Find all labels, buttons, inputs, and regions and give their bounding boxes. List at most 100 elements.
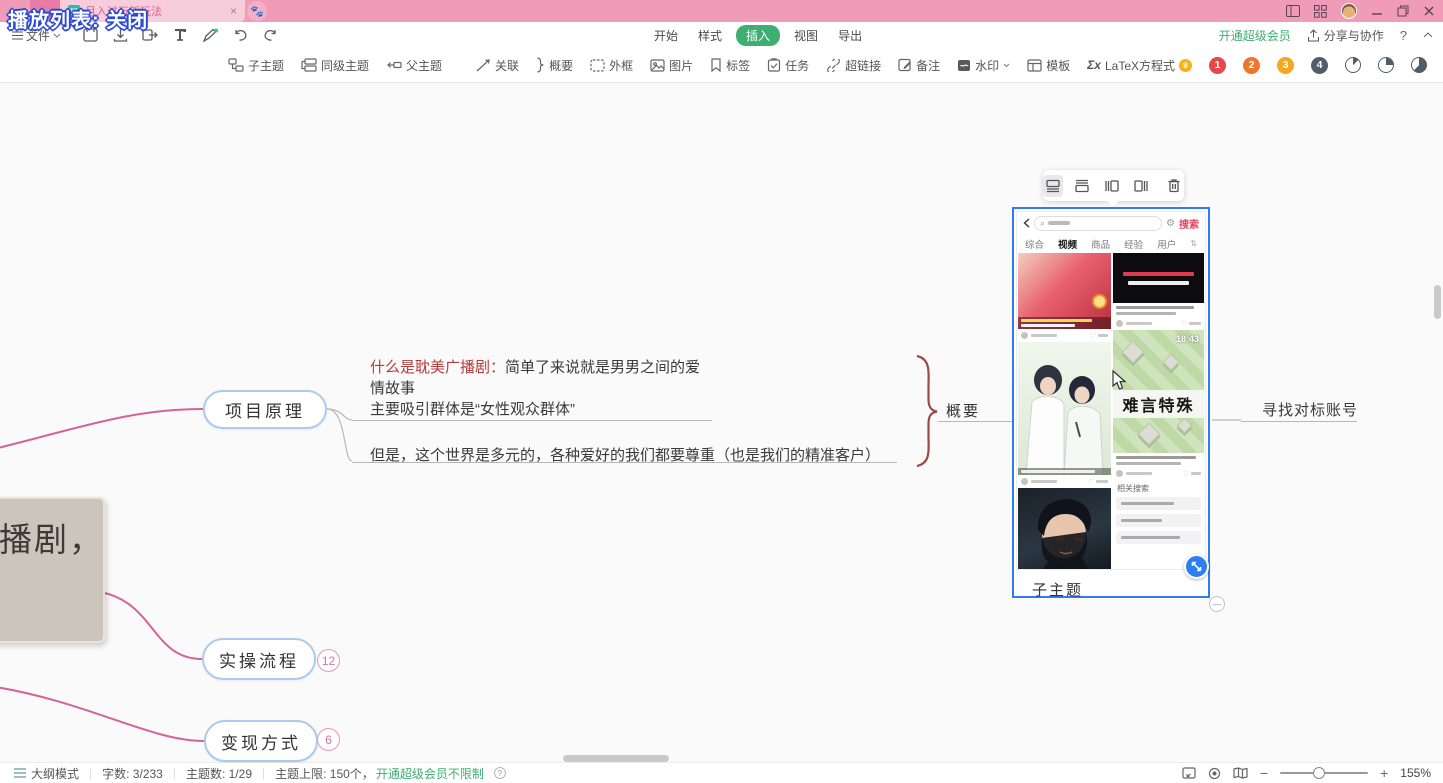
menu-style[interactable]: 样式 bbox=[692, 25, 728, 46]
fit-screen-icon[interactable] bbox=[1182, 767, 1196, 779]
ribbon-item-image[interactable]: 图片 bbox=[650, 57, 693, 74]
zoom-slider-thumb[interactable] bbox=[1313, 767, 1325, 779]
gear-icon: ⚙ bbox=[1166, 218, 1175, 229]
apps-grid-icon[interactable] bbox=[1314, 5, 1327, 18]
share-label: 分享与协作 bbox=[1324, 27, 1384, 44]
avatar[interactable] bbox=[1341, 3, 1357, 19]
ribbon-item-subtopic[interactable]: 子主题 bbox=[228, 57, 284, 74]
vip-unlimited-link[interactable]: 开通超级会员不限制 bbox=[376, 765, 484, 782]
redo-icon[interactable] bbox=[257, 25, 283, 45]
minimize-icon[interactable] bbox=[1371, 5, 1383, 17]
new-tab-paw-button[interactable]: 🐾 bbox=[247, 1, 267, 21]
priority-4-badge[interactable]: 4 bbox=[1311, 57, 1328, 74]
topic-count: 主题数: 1/29 bbox=[186, 765, 252, 782]
node-benchmark-accounts[interactable]: 寻找对标账号 bbox=[1262, 399, 1358, 420]
statusbar: 大纲模式 | 字数: 3/233 | 主题数: 1/29 | 主题上限: 150… bbox=[0, 762, 1443, 783]
ribbon-item-relation[interactable]: 关联 bbox=[476, 57, 519, 74]
central-topic-node[interactable]: 播剧， bbox=[0, 497, 105, 643]
ribbon-item-latex[interactable]: Σx LaTeX方程式 ♛ bbox=[1087, 57, 1192, 74]
template-icon bbox=[1027, 59, 1042, 72]
window-controls bbox=[1286, 0, 1435, 22]
phone-tab-goods: 商品 bbox=[1091, 237, 1110, 251]
collapsed-count-badge[interactable]: 6 bbox=[317, 728, 340, 751]
separator: | bbox=[89, 766, 92, 780]
undo-icon[interactable] bbox=[227, 25, 253, 45]
phone-tab-users: 用户 bbox=[1157, 237, 1176, 251]
format-painter-button[interactable] bbox=[167, 25, 193, 45]
zoom-slider[interactable] bbox=[1280, 772, 1368, 774]
ribbon-item-hyperlink[interactable]: 超链接 bbox=[826, 57, 881, 74]
main-menus: 开始 样式 插入 视图 导出 bbox=[648, 22, 868, 48]
image-icon bbox=[650, 59, 665, 72]
locate-center-icon[interactable] bbox=[1208, 767, 1221, 780]
help-button[interactable]: ? bbox=[1400, 28, 1407, 43]
image-scale-handle[interactable] bbox=[1184, 554, 1209, 579]
menu-insert[interactable]: 插入 bbox=[736, 25, 780, 46]
outer-frame-icon bbox=[590, 59, 605, 72]
progress-25-icon[interactable] bbox=[1378, 57, 1394, 73]
outline-icon bbox=[14, 768, 26, 778]
close-icon[interactable] bbox=[1423, 5, 1435, 17]
chevron-down-icon bbox=[1003, 63, 1010, 68]
ribbon-item-watermark[interactable]: 水印 bbox=[957, 57, 1010, 74]
priority-2-badge[interactable]: 2 bbox=[1243, 57, 1260, 74]
phone-search-header: ⌕ ⚙ 搜索 bbox=[1017, 212, 1205, 234]
node-project-principle[interactable]: 项目原理 bbox=[203, 390, 327, 429]
ribbon-item-outer-frame[interactable]: 外框 bbox=[590, 57, 633, 74]
image-position-bottom-button[interactable] bbox=[1072, 175, 1092, 197]
image-position-right-button[interactable] bbox=[1131, 175, 1151, 197]
priority-3-badge[interactable]: 3 bbox=[1277, 57, 1294, 74]
image-position-top-button[interactable] bbox=[1043, 175, 1063, 197]
parent-topic-icon bbox=[386, 58, 402, 72]
node-summary[interactable]: 概要 bbox=[946, 400, 980, 421]
feed-caption bbox=[1113, 454, 1204, 467]
delete-image-button[interactable] bbox=[1164, 175, 1184, 197]
ribbon-item-summary[interactable]: 概要 bbox=[536, 57, 573, 74]
separator: | bbox=[173, 766, 176, 780]
restore-icon[interactable] bbox=[1397, 5, 1409, 17]
node-subtopic-with-image[interactable]: ⌕ ⚙ 搜索 综合 视频 商品 经验 用户 ⇅ bbox=[1012, 207, 1210, 598]
horizontal-scrollbar[interactable] bbox=[563, 755, 669, 762]
pen-marker-button[interactable] bbox=[197, 25, 223, 45]
ribbon-item-task[interactable]: 任务 bbox=[767, 57, 809, 74]
ribbon-item-template[interactable]: 模板 bbox=[1027, 57, 1070, 74]
info-icon[interactable]: ? bbox=[494, 767, 506, 779]
phone-result-tabs: 综合 视频 商品 经验 用户 ⇅ bbox=[1017, 234, 1205, 253]
sidebar-toggle-icon[interactable] bbox=[1286, 5, 1300, 17]
ribbon-item-note[interactable]: 备注 bbox=[898, 57, 940, 74]
upgrade-vip-link[interactable]: 开通超级会员 bbox=[1219, 27, 1291, 44]
feed-card-image bbox=[1113, 253, 1204, 303]
tab-close-icon[interactable]: × bbox=[230, 5, 237, 17]
summary-brace-icon bbox=[536, 57, 545, 73]
note2-underline bbox=[352, 462, 897, 463]
node-collapse-handle[interactable]: — bbox=[1209, 596, 1225, 612]
vertical-scrollbar[interactable] bbox=[1434, 285, 1441, 319]
node-practical-process[interactable]: 实操流程 bbox=[202, 638, 316, 680]
collapse-toolbar-icon[interactable] bbox=[1423, 29, 1433, 41]
menu-view[interactable]: 视图 bbox=[788, 25, 824, 46]
avatar bbox=[1021, 332, 1028, 339]
priority-1-badge[interactable]: 1 bbox=[1209, 57, 1226, 74]
menu-start[interactable]: 开始 bbox=[648, 25, 684, 46]
related-search-panel: 相关搜索 bbox=[1113, 480, 1204, 560]
menu-export[interactable]: 导出 bbox=[832, 25, 868, 46]
node-note-what-is[interactable]: 什么是耽美广播剧：简单了来说就是男男之间的爱情故事 主要吸引群体是“女性观众群体… bbox=[370, 357, 710, 420]
node-monetization[interactable]: 变现方式 bbox=[204, 720, 318, 762]
ribbon-item-sibling-topic[interactable]: 同级主题 bbox=[301, 57, 369, 74]
zoom-out-button[interactable]: − bbox=[1260, 765, 1268, 781]
outline-mode-button[interactable]: 大纲模式 bbox=[14, 765, 79, 782]
collapsed-count-badge[interactable]: 12 bbox=[317, 649, 340, 672]
share-collaborate-button[interactable]: 分享与协作 bbox=[1307, 27, 1384, 44]
video-timestamp: 18:43 bbox=[1176, 334, 1199, 344]
minimap-icon[interactable] bbox=[1233, 767, 1248, 779]
ribbon-item-label[interactable]: 标签 bbox=[710, 57, 750, 74]
feed-card-image bbox=[1018, 253, 1111, 329]
progress-12-icon[interactable] bbox=[1345, 57, 1361, 73]
ribbon-item-parent-topic[interactable]: 父主题 bbox=[386, 57, 442, 74]
vip-crown-icon: ♛ bbox=[1179, 59, 1192, 72]
image-position-left-button[interactable] bbox=[1101, 175, 1121, 197]
progress-62-icon[interactable] bbox=[1411, 57, 1427, 73]
zoom-in-button[interactable]: + bbox=[1380, 765, 1388, 781]
subtopic-node-label: 子主题 bbox=[1032, 579, 1083, 600]
feed-card-image: 18:43 难言特殊 bbox=[1113, 330, 1204, 453]
